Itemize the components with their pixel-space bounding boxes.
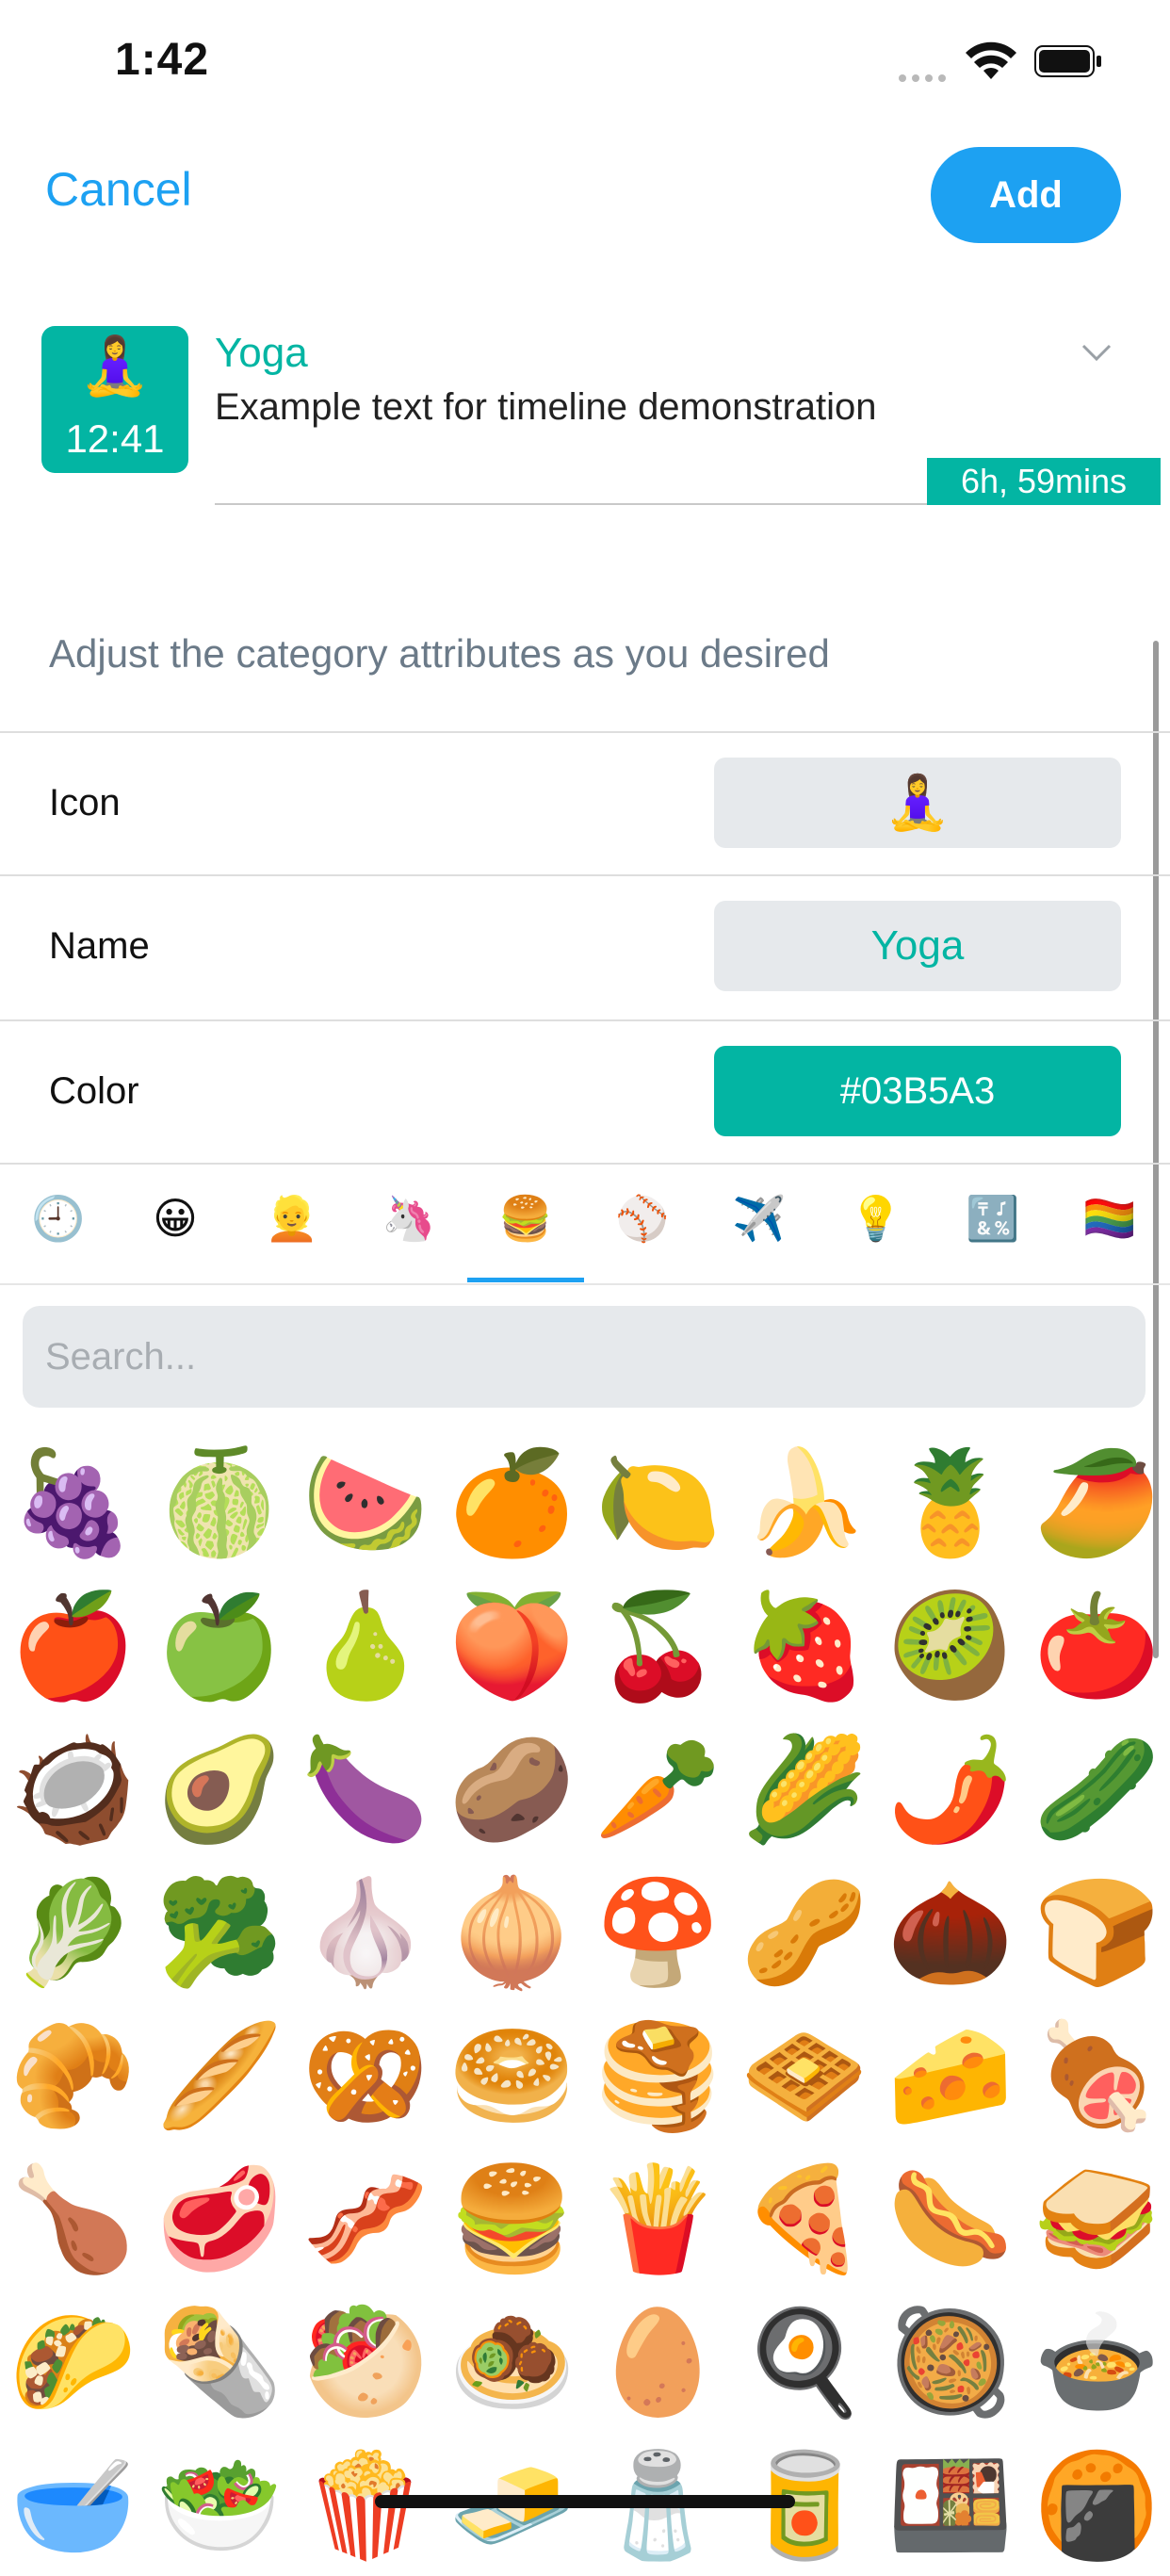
emoji-cell[interactable]: 🥪 [1026, 2148, 1167, 2290]
tab-symbols-icon[interactable]: 🔣 [934, 1185, 1051, 1251]
preview-category-icon: 🧘‍♀️ 12:41 [41, 326, 188, 473]
emoji-cell[interactable]: 🧅 [441, 1862, 582, 2003]
emoji-cell[interactable]: 🍲 [1026, 2291, 1167, 2433]
duration-badge: 6h, 59mins [927, 458, 1161, 505]
emoji-cell[interactable]: 🧆 [441, 2291, 582, 2433]
emoji-cell[interactable]: 🍟 [588, 2148, 729, 2290]
preview-time: 12:41 [65, 416, 165, 461]
emoji-cell[interactable]: 🍊 [441, 1432, 582, 1573]
emoji-cell[interactable]: 🥦 [149, 1862, 290, 2003]
name-field[interactable]: Yoga [714, 901, 1121, 991]
home-indicator [375, 2495, 795, 2508]
emoji-cell[interactable]: 🍓 [734, 1575, 875, 1717]
emoji-cell[interactable]: 🌮 [3, 2291, 144, 2433]
emoji-cell[interactable]: 🍱 [880, 2435, 1021, 2576]
emoji-cell[interactable]: 🥐 [3, 2005, 144, 2146]
emoji-cell[interactable]: 🍒 [588, 1575, 729, 1717]
emoji-cell[interactable]: 🍕 [734, 2148, 875, 2290]
tab-food-icon[interactable]: 🍔 [467, 1185, 584, 1251]
status-bar: 1:42 [0, 0, 1170, 122]
emoji-cell[interactable]: 🥜 [734, 1862, 875, 2003]
emoji-cell[interactable]: 🥑 [149, 1719, 290, 1860]
emoji-cell[interactable]: 🥬 [3, 1862, 144, 2003]
icon-picker-field[interactable]: 🧘‍♀️ [714, 758, 1121, 848]
emoji-cell[interactable]: 🍎 [3, 1575, 144, 1717]
emoji-cell[interactable]: 🍆 [295, 1719, 436, 1860]
emoji-category-tabs: 🕘 😀 👱 🦄 🍔 ⚾ ✈️ 💡 🔣 🏳️‍🌈 [0, 1163, 1170, 1285]
cancel-button[interactable]: Cancel [45, 162, 192, 217]
emoji-cell[interactable]: 🍗 [3, 2148, 144, 2290]
chevron-down-icon[interactable] [1080, 335, 1113, 369]
emoji-cell[interactable]: 🍖 [1026, 2005, 1167, 2146]
emoji-cell[interactable]: 🥒 [1026, 1719, 1167, 1860]
emoji-cell[interactable]: 🥚 [588, 2291, 729, 2433]
preview-emoji: 🧘‍♀️ [79, 334, 151, 398]
emoji-cell[interactable]: 🍇 [3, 1432, 144, 1573]
divider [0, 874, 1170, 876]
emoji-cell[interactable]: 🍍 [880, 1432, 1021, 1573]
preview-description: Example text for timeline demonstration [215, 386, 877, 428]
attributes-hint: Adjust the category attributes as you de… [49, 631, 830, 676]
emoji-cell[interactable]: 🍐 [295, 1575, 436, 1717]
emoji-search-input[interactable] [23, 1306, 1146, 1408]
emoji-cell[interactable]: 🥞 [588, 2005, 729, 2146]
tab-activity-icon[interactable]: ⚾ [584, 1185, 701, 1251]
emoji-cell[interactable]: 🥥 [3, 1719, 144, 1860]
emoji-cell[interactable]: 🥓 [295, 2148, 436, 2290]
emoji-cell[interactable]: 🌰 [880, 1862, 1021, 2003]
tab-smileys-icon[interactable]: 😀 [117, 1185, 234, 1251]
emoji-cell[interactable]: 🧀 [880, 2005, 1021, 2146]
emoji-cell[interactable]: 🥨 [295, 2005, 436, 2146]
divider [0, 1283, 1170, 1285]
emoji-cell[interactable]: 🍔 [441, 2148, 582, 2290]
emoji-cell[interactable]: 🥙 [295, 2291, 436, 2433]
battery-icon [1034, 45, 1101, 77]
emoji-cell[interactable]: 🥣 [3, 2435, 144, 2576]
emoji-cell[interactable]: 🥔 [441, 1719, 582, 1860]
tab-recent-icon[interactable]: 🕘 [0, 1185, 117, 1251]
emoji-cell[interactable]: 🍄 [588, 1862, 729, 2003]
emoji-cell[interactable]: 🥩 [149, 2148, 290, 2290]
emoji-cell[interactable]: 🥯 [441, 2005, 582, 2146]
name-label: Name [49, 925, 150, 967]
signal-icon [899, 70, 953, 82]
icon-label: Icon [49, 782, 121, 823]
emoji-cell[interactable]: 🍈 [149, 1432, 290, 1573]
tab-travel-icon[interactable]: ✈️ [701, 1185, 818, 1251]
tab-flags-icon[interactable]: 🏳️‍🌈 [1051, 1185, 1168, 1251]
preview-title: Yoga [215, 330, 308, 376]
emoji-cell[interactable]: 🍏 [149, 1575, 290, 1717]
status-time: 1:42 [115, 35, 210, 85]
emoji-cell[interactable]: 🍑 [441, 1575, 582, 1717]
color-label: Color [49, 1070, 139, 1112]
emoji-cell[interactable]: 🥗 [149, 2435, 290, 2576]
emoji-cell[interactable]: 🍅 [1026, 1575, 1167, 1717]
emoji-cell[interactable]: 🌭 [880, 2148, 1021, 2290]
tab-selected-indicator [467, 1278, 584, 1282]
emoji-cell[interactable]: 🍘 [1026, 2435, 1167, 2576]
emoji-cell[interactable]: 🍌 [734, 1432, 875, 1573]
emoji-cell[interactable]: 🍳 [734, 2291, 875, 2433]
divider [0, 1019, 1170, 1021]
emoji-cell[interactable]: 🥝 [880, 1575, 1021, 1717]
color-field[interactable]: #03B5A3 [714, 1046, 1121, 1136]
tab-objects-icon[interactable]: 💡 [818, 1185, 934, 1251]
emoji-cell[interactable]: 🌶️ [880, 1719, 1021, 1860]
emoji-cell[interactable]: 🌽 [734, 1719, 875, 1860]
tab-people-icon[interactable]: 👱 [234, 1185, 350, 1251]
emoji-cell[interactable]: 🍉 [295, 1432, 436, 1573]
emoji-cell[interactable]: 🧄 [295, 1862, 436, 2003]
emoji-cell[interactable]: 🥕 [588, 1719, 729, 1860]
tab-animals-icon[interactable]: 🦄 [350, 1185, 467, 1251]
add-button[interactable]: Add [931, 147, 1121, 243]
emoji-cell[interactable]: 🥖 [149, 2005, 290, 2146]
emoji-cell[interactable]: 🌯 [149, 2291, 290, 2433]
divider [0, 731, 1170, 733]
emoji-cell[interactable]: 🥘 [880, 2291, 1021, 2433]
emoji-cell[interactable]: 🍋 [588, 1432, 729, 1573]
emoji-cell[interactable]: 🥭 [1026, 1432, 1167, 1573]
emoji-cell[interactable]: 🍞 [1026, 1862, 1167, 2003]
wifi-icon [966, 41, 1016, 79]
emoji-cell[interactable]: 🧇 [734, 2005, 875, 2146]
